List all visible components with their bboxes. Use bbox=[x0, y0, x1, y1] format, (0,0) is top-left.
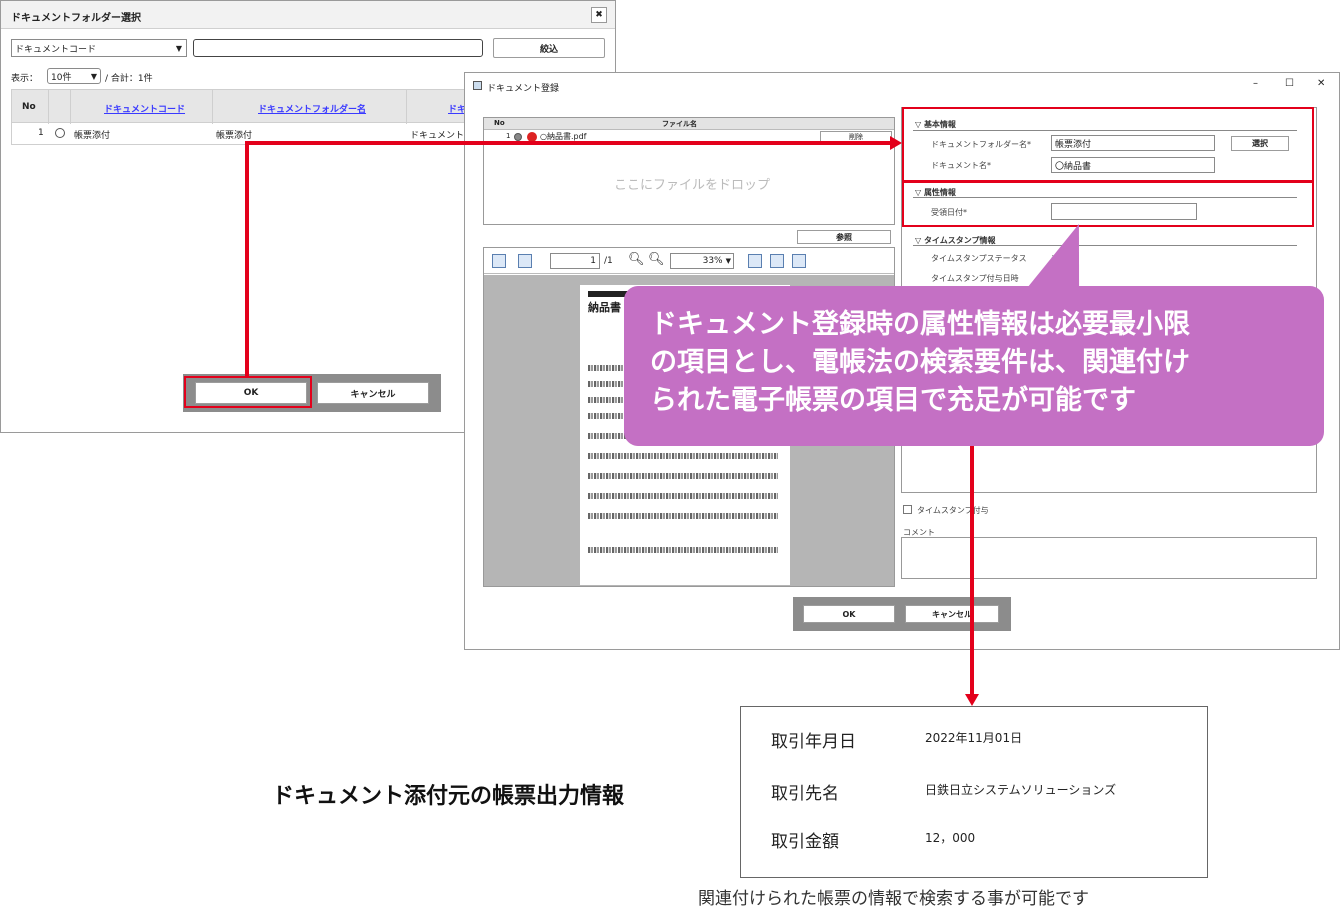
chevron-down-icon: ▼ bbox=[90, 71, 97, 81]
zoom-out-icon[interactable]: 🔍︎ bbox=[628, 252, 645, 267]
file-row-no: 1 bbox=[506, 132, 511, 140]
file-col-name: ファイル名 bbox=[662, 120, 697, 128]
text-strip bbox=[588, 513, 778, 519]
connector-line bbox=[245, 141, 891, 145]
drop-hint: ここにファイルをドロップ bbox=[614, 178, 771, 193]
page-number-input[interactable]: 1 bbox=[550, 253, 600, 269]
arrow-down-icon bbox=[965, 694, 979, 706]
connector-line bbox=[970, 440, 974, 698]
file-drop-area[interactable]: No ファイル名 1 ○納品書.pdf 削除 ここにファイルをドロップ bbox=[483, 117, 895, 225]
col-no: No bbox=[22, 102, 36, 112]
arrow-right-icon bbox=[890, 136, 902, 150]
info-value-partner: 日鉄日立システムソリューションズ bbox=[925, 783, 1117, 797]
connector-line bbox=[245, 141, 249, 377]
info-value-amount: 12，000 bbox=[925, 831, 976, 845]
info-label-date: 取引年月日 bbox=[771, 732, 856, 752]
col-divider bbox=[406, 90, 407, 124]
page-total: /1 bbox=[604, 256, 613, 266]
total-count: / 合計：1件 bbox=[105, 74, 153, 84]
close-icon[interactable]: ✖ bbox=[591, 7, 607, 23]
text-strip bbox=[588, 453, 778, 459]
info-label-amount: 取引金額 bbox=[771, 832, 839, 852]
row-code: 帳票添付 bbox=[74, 131, 111, 141]
text-strip bbox=[588, 493, 778, 499]
timestamp-checkbox[interactable] bbox=[903, 505, 912, 514]
search-type-select[interactable]: ドキュメントコード ▼ bbox=[11, 39, 187, 57]
viewer-toolbar: 1 /1 🔍︎ 🔍︎ 33% ▼ bbox=[484, 248, 894, 274]
file-col-no: No bbox=[494, 119, 505, 127]
display-label: 表示： bbox=[11, 74, 39, 84]
register-button-bar: OK キャンセル bbox=[793, 597, 1011, 631]
zoom-value: 33% bbox=[702, 256, 723, 266]
col-divider bbox=[48, 90, 49, 124]
ts-date-label: タイムスタンプ付与日時 bbox=[931, 274, 1019, 283]
col-divider bbox=[212, 90, 213, 124]
callout-line: られた電子帳票の項目で充足が可能です bbox=[650, 385, 1136, 416]
search-input[interactable] bbox=[193, 39, 483, 57]
fit-width-icon[interactable] bbox=[770, 254, 784, 268]
row-extra: ドキュメント bbox=[410, 131, 465, 141]
ok-button-highlight bbox=[184, 376, 312, 408]
col-document-code[interactable]: ドキュメントコード bbox=[104, 102, 185, 115]
doc-title: 納品書 bbox=[588, 301, 621, 314]
attribute-info-highlight bbox=[902, 181, 1314, 227]
row-no: 1 bbox=[38, 128, 44, 138]
maximize-icon[interactable]: ☐ bbox=[1285, 78, 1294, 89]
folder-dialog-title: ドキュメントフォルダー選択 bbox=[11, 13, 141, 24]
folder-dialog-titlebar: ドキュメントフォルダー選択 ✖ bbox=[1, 1, 615, 29]
register-dialog-titlebar: ドキュメント登録 – ☐ ✕ bbox=[465, 73, 1339, 99]
page-size-select[interactable]: 10件 ▼ bbox=[47, 68, 101, 84]
app-icon bbox=[473, 81, 482, 90]
fit-height-icon[interactable] bbox=[792, 254, 806, 268]
radio-button[interactable] bbox=[55, 128, 65, 138]
next-page-icon[interactable] bbox=[518, 254, 532, 268]
chevron-down-icon: ▼ bbox=[725, 257, 731, 265]
register-dialog-title: ドキュメント登録 bbox=[487, 84, 560, 94]
filter-button[interactable]: 絞込 bbox=[493, 38, 605, 58]
source-caption: ドキュメント添付元の帳票出力情報 bbox=[272, 784, 625, 809]
prev-page-icon[interactable] bbox=[492, 254, 506, 268]
row-folder-name: 帳票添付 bbox=[216, 131, 253, 141]
ts-status-label: タイムスタンプステータス bbox=[931, 254, 1027, 263]
callout-line: ドキュメント登録時の属性情報は必要最小限 bbox=[650, 309, 1190, 340]
callout-bubble: ドキュメント登録時の属性情報は必要最小限 の項目とし、電帳法の検索要件は、関連付… bbox=[624, 286, 1324, 446]
folder-cancel-button[interactable]: キャンセル bbox=[317, 382, 429, 404]
bottom-caption: 関連付けられた帳票の情報で検索する事が可能です bbox=[698, 889, 1089, 909]
report-info-box: 取引年月日 2022年11月01日 取引先名 日鉄日立システムソリューションズ … bbox=[740, 706, 1208, 878]
page-number-value: 1 bbox=[590, 256, 596, 266]
text-strip bbox=[588, 473, 778, 479]
info-label-partner: 取引先名 bbox=[771, 784, 839, 804]
radio-button[interactable] bbox=[514, 133, 522, 141]
fit-page-icon[interactable] bbox=[748, 254, 762, 268]
col-folder-name[interactable]: ドキュメントフォルダー名 bbox=[258, 102, 366, 115]
section-divider bbox=[913, 245, 1297, 246]
text-strip bbox=[588, 365, 628, 371]
minimize-icon[interactable]: – bbox=[1253, 78, 1258, 89]
timestamp-checkbox-label: タイムスタンプ付与 bbox=[917, 506, 989, 515]
search-type-value: ドキュメントコード bbox=[15, 44, 97, 55]
register-cancel-button[interactable]: キャンセル bbox=[905, 605, 999, 623]
callout-line: の項目とし、電帳法の検索要件は、関連付け bbox=[650, 347, 1190, 378]
close-icon[interactable]: ✕ bbox=[1317, 78, 1325, 89]
browse-button[interactable]: 参照 bbox=[797, 230, 891, 244]
page-size-value: 10件 bbox=[51, 72, 72, 83]
zoom-input[interactable]: 33% ▼ bbox=[670, 253, 734, 269]
file-table-header: No ファイル名 bbox=[484, 118, 894, 130]
register-ok-button[interactable]: OK bbox=[803, 605, 895, 623]
comment-textarea[interactable] bbox=[901, 537, 1317, 579]
basic-info-highlight bbox=[902, 107, 1314, 182]
zoom-in-icon[interactable]: 🔍︎ bbox=[648, 252, 665, 267]
col-divider bbox=[70, 90, 71, 124]
chevron-down-icon: ▼ bbox=[175, 43, 182, 53]
info-value-date: 2022年11月01日 bbox=[925, 731, 1023, 745]
text-strip bbox=[588, 547, 778, 553]
